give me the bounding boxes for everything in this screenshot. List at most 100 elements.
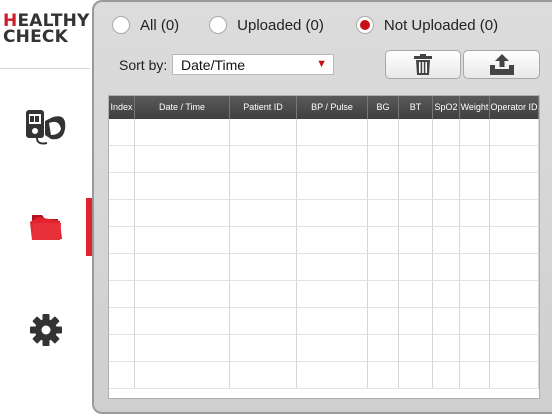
table-cell	[433, 119, 460, 145]
upload-filter: All (0) Uploaded (0) Not Uploaded (0)	[112, 16, 498, 34]
table-cell	[490, 308, 539, 334]
filter-not-uploaded-label: Not Uploaded (0)	[383, 16, 499, 34]
table-cell	[109, 362, 135, 388]
table-cell	[230, 254, 297, 280]
table-cell	[399, 173, 433, 199]
table-cell	[368, 254, 399, 280]
table-cell	[368, 308, 399, 334]
table-cell	[460, 146, 490, 172]
gear-icon	[30, 314, 62, 346]
table-cell	[433, 281, 460, 307]
table-row	[109, 200, 539, 227]
table-cell	[368, 200, 399, 226]
sort-label: Sort by:	[119, 57, 168, 73]
table-cell	[433, 308, 460, 334]
table-row	[109, 119, 539, 146]
table-cell	[399, 146, 433, 172]
nav-measure[interactable]	[0, 92, 92, 162]
table-cell	[460, 227, 490, 253]
table-cell	[297, 227, 368, 253]
table-cell	[230, 308, 297, 334]
table-cell	[490, 254, 539, 280]
table-cell	[297, 146, 368, 172]
column-header[interactable]: Date / Time	[135, 96, 230, 119]
table-cell	[399, 335, 433, 361]
table-cell	[297, 173, 368, 199]
filter-all-radio[interactable]: All (0)	[112, 16, 179, 34]
table-cell	[368, 362, 399, 388]
table-cell	[368, 335, 399, 361]
table-cell	[109, 200, 135, 226]
table-cell	[433, 227, 460, 253]
table-cell	[109, 254, 135, 280]
folder-icon	[30, 215, 62, 240]
table-cell	[230, 335, 297, 361]
table-cell	[490, 119, 539, 145]
table-cell	[490, 335, 539, 361]
column-header[interactable]: BP / Pulse	[297, 96, 368, 119]
column-header[interactable]: Weight	[460, 96, 490, 119]
sort-dropdown[interactable]: Date/Time ▼	[172, 54, 334, 75]
table-cell	[460, 200, 490, 226]
table-cell	[460, 281, 490, 307]
nav-settings[interactable]	[0, 300, 92, 360]
table-cell	[109, 173, 135, 199]
table-cell	[230, 119, 297, 145]
delete-button[interactable]	[385, 50, 461, 79]
table-cell	[230, 200, 297, 226]
table-cell	[230, 281, 297, 307]
table-cell	[297, 362, 368, 388]
table-cell	[433, 335, 460, 361]
table-cell	[399, 200, 433, 226]
upload-tray-icon	[489, 53, 514, 75]
upload-button[interactable]	[463, 50, 540, 79]
table-cell	[490, 227, 539, 253]
table-header: Index Date / Time Patient ID BP / Pulse BG BT…	[109, 96, 539, 119]
table-cell	[460, 335, 490, 361]
table-cell	[230, 227, 297, 253]
table-cell	[297, 200, 368, 226]
filter-uploaded-radio[interactable]: Uploaded (0)	[209, 16, 324, 34]
table-cell	[460, 254, 490, 280]
column-header[interactable]: BG	[368, 96, 399, 119]
trash-icon	[414, 53, 432, 75]
blood-pressure-meter-icon	[26, 110, 66, 145]
filter-not-uploaded-radio[interactable]: Not Uploaded (0)	[355, 16, 499, 34]
column-header[interactable]: Operator ID	[490, 96, 539, 119]
table-cell	[433, 362, 460, 388]
table-cell	[135, 254, 230, 280]
column-header[interactable]: SpO2	[433, 96, 460, 119]
records-panel: All (0) Uploaded (0) Not Uploaded (0) So…	[92, 0, 552, 414]
table-cell	[230, 146, 297, 172]
table-row	[109, 308, 539, 335]
table-cell	[297, 119, 368, 145]
table-body	[109, 119, 539, 398]
column-header[interactable]: Patient ID	[230, 96, 297, 119]
filter-all-label: All (0)	[140, 16, 180, 34]
table-cell	[297, 335, 368, 361]
column-header[interactable]: Index	[109, 96, 135, 119]
table-cell	[109, 308, 135, 334]
table-cell	[297, 254, 368, 280]
radio-dot	[112, 16, 130, 34]
table-row	[109, 335, 539, 362]
table-cell	[460, 362, 490, 388]
table-cell	[109, 227, 135, 253]
sort-value: Date/Time	[181, 57, 246, 73]
table-cell	[135, 119, 230, 145]
table-row	[109, 146, 539, 173]
table-cell	[399, 281, 433, 307]
table-cell	[230, 173, 297, 199]
app-logo: HEALTHY CHECK	[3, 11, 90, 47]
table-cell	[109, 146, 135, 172]
table-cell	[135, 308, 230, 334]
table-cell	[399, 362, 433, 388]
table-cell	[399, 254, 433, 280]
table-cell	[433, 254, 460, 280]
filter-uploaded-label: Uploaded (0)	[237, 16, 324, 34]
table-cell	[490, 362, 539, 388]
column-header[interactable]: BT	[399, 96, 433, 119]
table-cell	[460, 308, 490, 334]
nav-records[interactable]	[0, 198, 92, 256]
table-cell	[490, 173, 539, 199]
